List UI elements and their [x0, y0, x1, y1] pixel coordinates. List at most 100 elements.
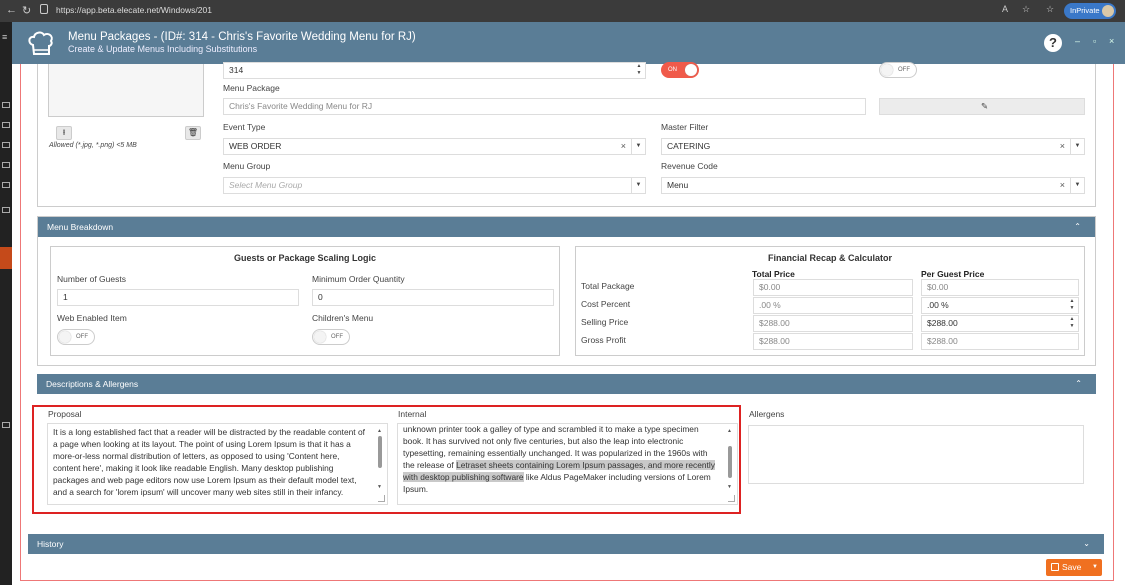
toggle-knob — [314, 331, 326, 343]
spinner-icon[interactable]: ▲ ▼ — [1066, 298, 1078, 313]
event-type-select[interactable]: WEB ORDER × ▼ — [223, 138, 646, 155]
clear-icon[interactable]: × — [1060, 178, 1065, 193]
highlight-annotation — [32, 405, 741, 514]
id-value: 314 — [229, 65, 244, 75]
nav-icon-2[interactable] — [2, 122, 10, 128]
delete-icon[interactable]: 🗑 — [185, 126, 201, 140]
master-filter-label: Master Filter — [661, 122, 709, 132]
min-qty-value: 0 — [318, 292, 323, 302]
refresh-icon[interactable]: ↻ — [22, 4, 31, 17]
gross-profit-total: $288.00 — [753, 333, 913, 350]
fin-row-label: Cost Percent — [581, 299, 631, 309]
toggle-on[interactable]: ON — [661, 62, 699, 78]
clear-icon[interactable]: × — [621, 139, 626, 154]
read-aloud-icon[interactable]: A — [1002, 4, 1008, 14]
minimize-icon[interactable]: – — [1075, 36, 1080, 46]
fin-value: $288.00 — [927, 318, 958, 328]
nav-icon-5[interactable] — [2, 182, 10, 188]
fin-value: $0.00 — [927, 282, 949, 292]
menu-breakdown-panel: Menu Breakdown ⌃ Guests or Package Scali… — [37, 216, 1096, 366]
chevron-up-icon[interactable]: ⌃ — [1074, 217, 1081, 237]
nav-icon-7[interactable] — [2, 422, 10, 428]
min-qty-input[interactable]: 0 — [312, 289, 554, 306]
nav-icon-4[interactable] — [2, 162, 10, 168]
save-label: Save — [1062, 562, 1082, 572]
help-button[interactable]: ? — [1044, 34, 1062, 52]
fin-value: $288.00 — [759, 336, 790, 346]
chevron-down-icon[interactable]: ▼ — [1092, 559, 1098, 576]
descriptions-title: Descriptions & Allergens — [46, 379, 139, 389]
save-icon — [1051, 563, 1059, 571]
chef-hat-icon — [28, 31, 53, 55]
chevron-down-icon[interactable]: ⌄ — [1083, 534, 1090, 554]
history-title: History — [37, 539, 64, 549]
toggle-knob — [685, 64, 697, 76]
scaling-box: Guests or Package Scaling Logic Number o… — [50, 246, 560, 356]
scaling-title: Guests or Package Scaling Logic — [233, 253, 377, 263]
chevron-up-icon[interactable]: ⌃ — [1075, 374, 1082, 394]
toggle-knob — [881, 64, 893, 76]
favorite-star-icon[interactable]: ☆ — [1022, 4, 1030, 15]
childrens-menu-toggle[interactable]: OFF — [312, 329, 350, 345]
inprivate-badge[interactable]: InPrivate — [1064, 3, 1116, 19]
fin-value: .00 % — [927, 300, 949, 310]
address-bar[interactable]: https://app.beta.elecate.net/Windows/201 — [56, 3, 212, 17]
allergens-label: Allergens — [749, 409, 785, 419]
clear-icon[interactable]: × — [1060, 139, 1065, 154]
inprivate-label: InPrivate — [1070, 6, 1100, 15]
event-type-label: Event Type — [223, 122, 266, 132]
history-header[interactable]: History ⌄ — [28, 534, 1104, 554]
toggle-label: OFF — [331, 334, 343, 340]
guests-input[interactable]: 1 — [57, 289, 299, 306]
revenue-code-select[interactable]: Menu × ▼ — [661, 177, 1085, 194]
page-title: Menu Packages - (ID#: 314 - Chris's Favo… — [68, 31, 416, 43]
nav-icon-6[interactable] — [2, 207, 10, 213]
master-filter-select[interactable]: CATERING × ▼ — [661, 138, 1085, 155]
financial-box: Financial Recap & Calculator Total Price… — [575, 246, 1085, 356]
menu-group-placeholder: Select Menu Group — [229, 180, 303, 190]
toggle-off[interactable]: OFF — [879, 62, 917, 78]
fin-value: .00 % — [759, 300, 781, 310]
favorites-icon[interactable]: ☆ — [1046, 4, 1054, 15]
menu-icon[interactable]: ≡ — [2, 32, 10, 42]
web-enabled-toggle[interactable]: OFF — [57, 329, 95, 345]
fin-value: $0.00 — [759, 282, 781, 292]
history-panel: History ⌄ — [28, 534, 1104, 554]
revenue-code-label: Revenue Code — [661, 161, 718, 171]
menu-group-select[interactable]: Select Menu Group ▼ — [223, 177, 646, 194]
edit-button[interactable]: ✎ — [879, 98, 1085, 115]
fin-row-label: Selling Price — [581, 317, 629, 327]
menu-breakdown-header[interactable]: Menu Breakdown ⌃ — [38, 217, 1095, 237]
maximize-icon[interactable]: ▫ — [1093, 36, 1096, 46]
nav-icon-3[interactable] — [2, 142, 10, 148]
guests-label: Number of Guests — [57, 274, 126, 284]
sidebar-active-marker — [0, 247, 12, 269]
details-panel: ⭱ 🗑 Allowed (*.jpg, *.png) <5 MB 314 ▲ ▼ … — [37, 62, 1096, 207]
web-enabled-label: Web Enabled Item — [57, 313, 127, 323]
toggle-label: ON — [668, 67, 677, 73]
col-total-header: Total Price — [752, 269, 795, 279]
selling-price-guest[interactable]: $288.00 ▲ ▼ — [921, 315, 1079, 332]
upload-icon[interactable]: ⭱ — [56, 126, 72, 140]
back-icon[interactable]: ← — [6, 4, 17, 16]
left-sidebar: ≡ — [0, 22, 12, 585]
total-package-guest: $0.00 — [921, 279, 1079, 296]
chevron-down-icon[interactable]: ▼ — [1070, 178, 1084, 193]
descriptions-header[interactable]: Descriptions & Allergens ⌃ — [37, 374, 1096, 394]
nav-icon-1[interactable] — [2, 102, 10, 108]
fin-row-label: Total Package — [581, 281, 635, 291]
id-field[interactable]: 314 ▲ ▼ — [223, 62, 646, 79]
allergens-textarea[interactable] — [748, 425, 1084, 484]
chevron-down-icon[interactable]: ▼ — [1070, 139, 1084, 154]
spinner-icon[interactable]: ▲ ▼ — [1066, 316, 1078, 331]
spinner-icon[interactable]: ▲ ▼ — [633, 63, 645, 78]
chevron-down-icon[interactable]: ▼ — [631, 178, 645, 193]
menu-package-input[interactable]: Chris's Favorite Wedding Menu for RJ — [223, 98, 866, 115]
image-hint: Allowed (*.jpg, *.png) <5 MB — [49, 142, 137, 149]
chevron-down-icon[interactable]: ▼ — [631, 139, 645, 154]
selling-price-total: $288.00 — [753, 315, 913, 332]
cost-percent-guest[interactable]: .00 % ▲ ▼ — [921, 297, 1079, 314]
close-icon[interactable]: × — [1109, 36, 1114, 46]
save-button[interactable]: Save ▼ — [1046, 559, 1102, 576]
browser-toolbar: ← ↻ https://app.beta.elecate.net/Windows… — [0, 0, 1125, 22]
